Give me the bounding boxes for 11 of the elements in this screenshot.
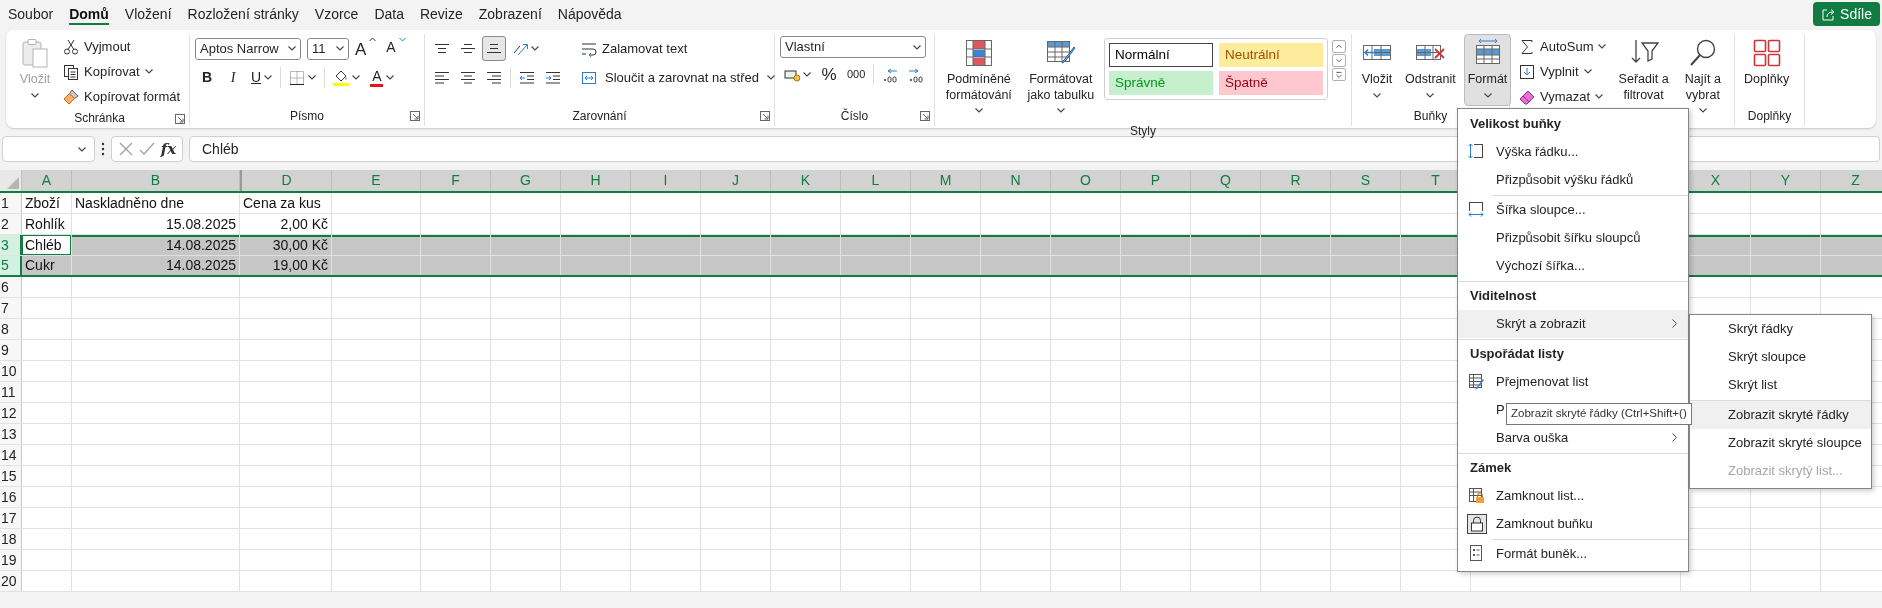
- tooltip: Zobrazit skryté řádky (Ctrl+Shift+(): [1506, 403, 1692, 425]
- group-label: Schránka: [74, 110, 125, 127]
- group-label: Buňky: [1413, 108, 1448, 126]
- group-label: Číslo: [840, 107, 869, 125]
- menu-section-header: Velikost buňky: [1469, 115, 1562, 134]
- group-label: Písmo: [290, 108, 324, 125]
- menu-section-header: Zámek: [1469, 459, 1512, 478]
- group-label: Zarovnání: [572, 108, 627, 125]
- group-label: Doplňky: [1747, 108, 1792, 125]
- menu-section-header: Uspořádat listy: [1469, 345, 1564, 364]
- menu-section-header: Viditelnost: [1469, 287, 1537, 306]
